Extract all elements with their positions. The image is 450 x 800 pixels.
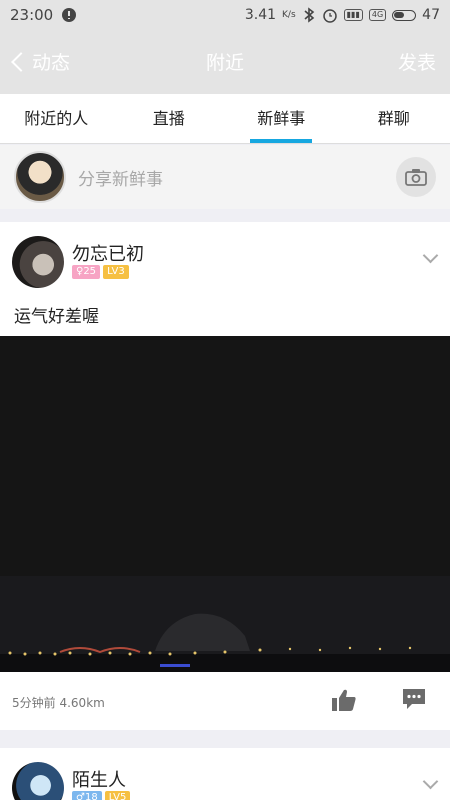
level-badge: LV3	[103, 265, 129, 279]
tab-nearby-people[interactable]: 附近的人	[0, 94, 113, 143]
post-photo[interactable]	[0, 336, 450, 672]
post-text: 运气好差喔	[14, 307, 99, 327]
post-card[interactable]: 陌生人 ♂18 LV5	[0, 748, 450, 800]
network-speed-unit: K/s	[282, 10, 296, 20]
like-icon[interactable]	[331, 688, 357, 712]
level-badge: LV5	[104, 791, 131, 800]
gender-age-badge: ♂18	[72, 791, 102, 800]
chevron-down-icon[interactable]	[422, 247, 439, 264]
user-avatar[interactable]	[12, 236, 64, 288]
my-avatar[interactable]	[14, 151, 66, 203]
post-header: 陌生人 ♂18 LV5	[0, 748, 450, 800]
username[interactable]: 勿忘已初	[72, 240, 144, 266]
network-speed: 3.41	[244, 7, 277, 23]
chevron-down-icon[interactable]	[422, 773, 439, 790]
status-bar: 23:00 3.41 K/s ▮▮▮ 4G 47	[0, 0, 450, 30]
post-footer: 5分钟前 4.60km	[0, 672, 450, 730]
post-meta: 5分钟前 4.60km	[12, 694, 105, 711]
title-bar: 动态 附近 发表	[0, 30, 450, 94]
comment-icon[interactable]	[401, 687, 427, 711]
tab-bar: 附近的人 直播 新鲜事 群聊	[0, 94, 450, 144]
page-title: 附近	[205, 52, 244, 74]
post-time: 5分钟前	[12, 696, 56, 710]
tab-news[interactable]: 新鲜事	[225, 94, 338, 143]
share-placeholder[interactable]: 分享新鲜事	[78, 165, 163, 190]
camera-button[interactable]	[396, 157, 436, 197]
bluetooth-icon	[304, 7, 314, 23]
post-header: 勿忘已初 ♀25 LV3	[0, 222, 450, 290]
gender-age-badge: ♀25	[72, 265, 101, 279]
battery-icon	[392, 9, 417, 21]
user-badges: ♂18 LV5	[72, 791, 131, 800]
battery-level: 47	[422, 7, 440, 23]
night-photo	[0, 336, 450, 672]
post-card[interactable]: 勿忘已初 ♀25 LV3 运气好差喔 5分钟前 4.60km	[0, 222, 450, 730]
post-distance: 4.60km	[59, 696, 105, 710]
camera-icon	[405, 169, 427, 186]
tab-live[interactable]: 直播	[113, 94, 226, 143]
user-badges: ♀25 LV3	[72, 265, 129, 279]
sim1-signal-icon: ▮▮▮	[343, 9, 363, 21]
sim2-4g-icon: 4G	[368, 9, 387, 21]
alarm-icon	[322, 9, 337, 23]
share-bar[interactable]: 分享新鲜事	[0, 145, 450, 209]
tab-group-chat[interactable]: 群聊	[338, 94, 450, 143]
user-avatar[interactable]	[12, 762, 64, 800]
username[interactable]: 陌生人	[72, 766, 126, 792]
publish-button[interactable]: 发表	[398, 48, 436, 75]
notification-icon	[62, 8, 77, 22]
status-time: 23:00	[10, 6, 54, 24]
